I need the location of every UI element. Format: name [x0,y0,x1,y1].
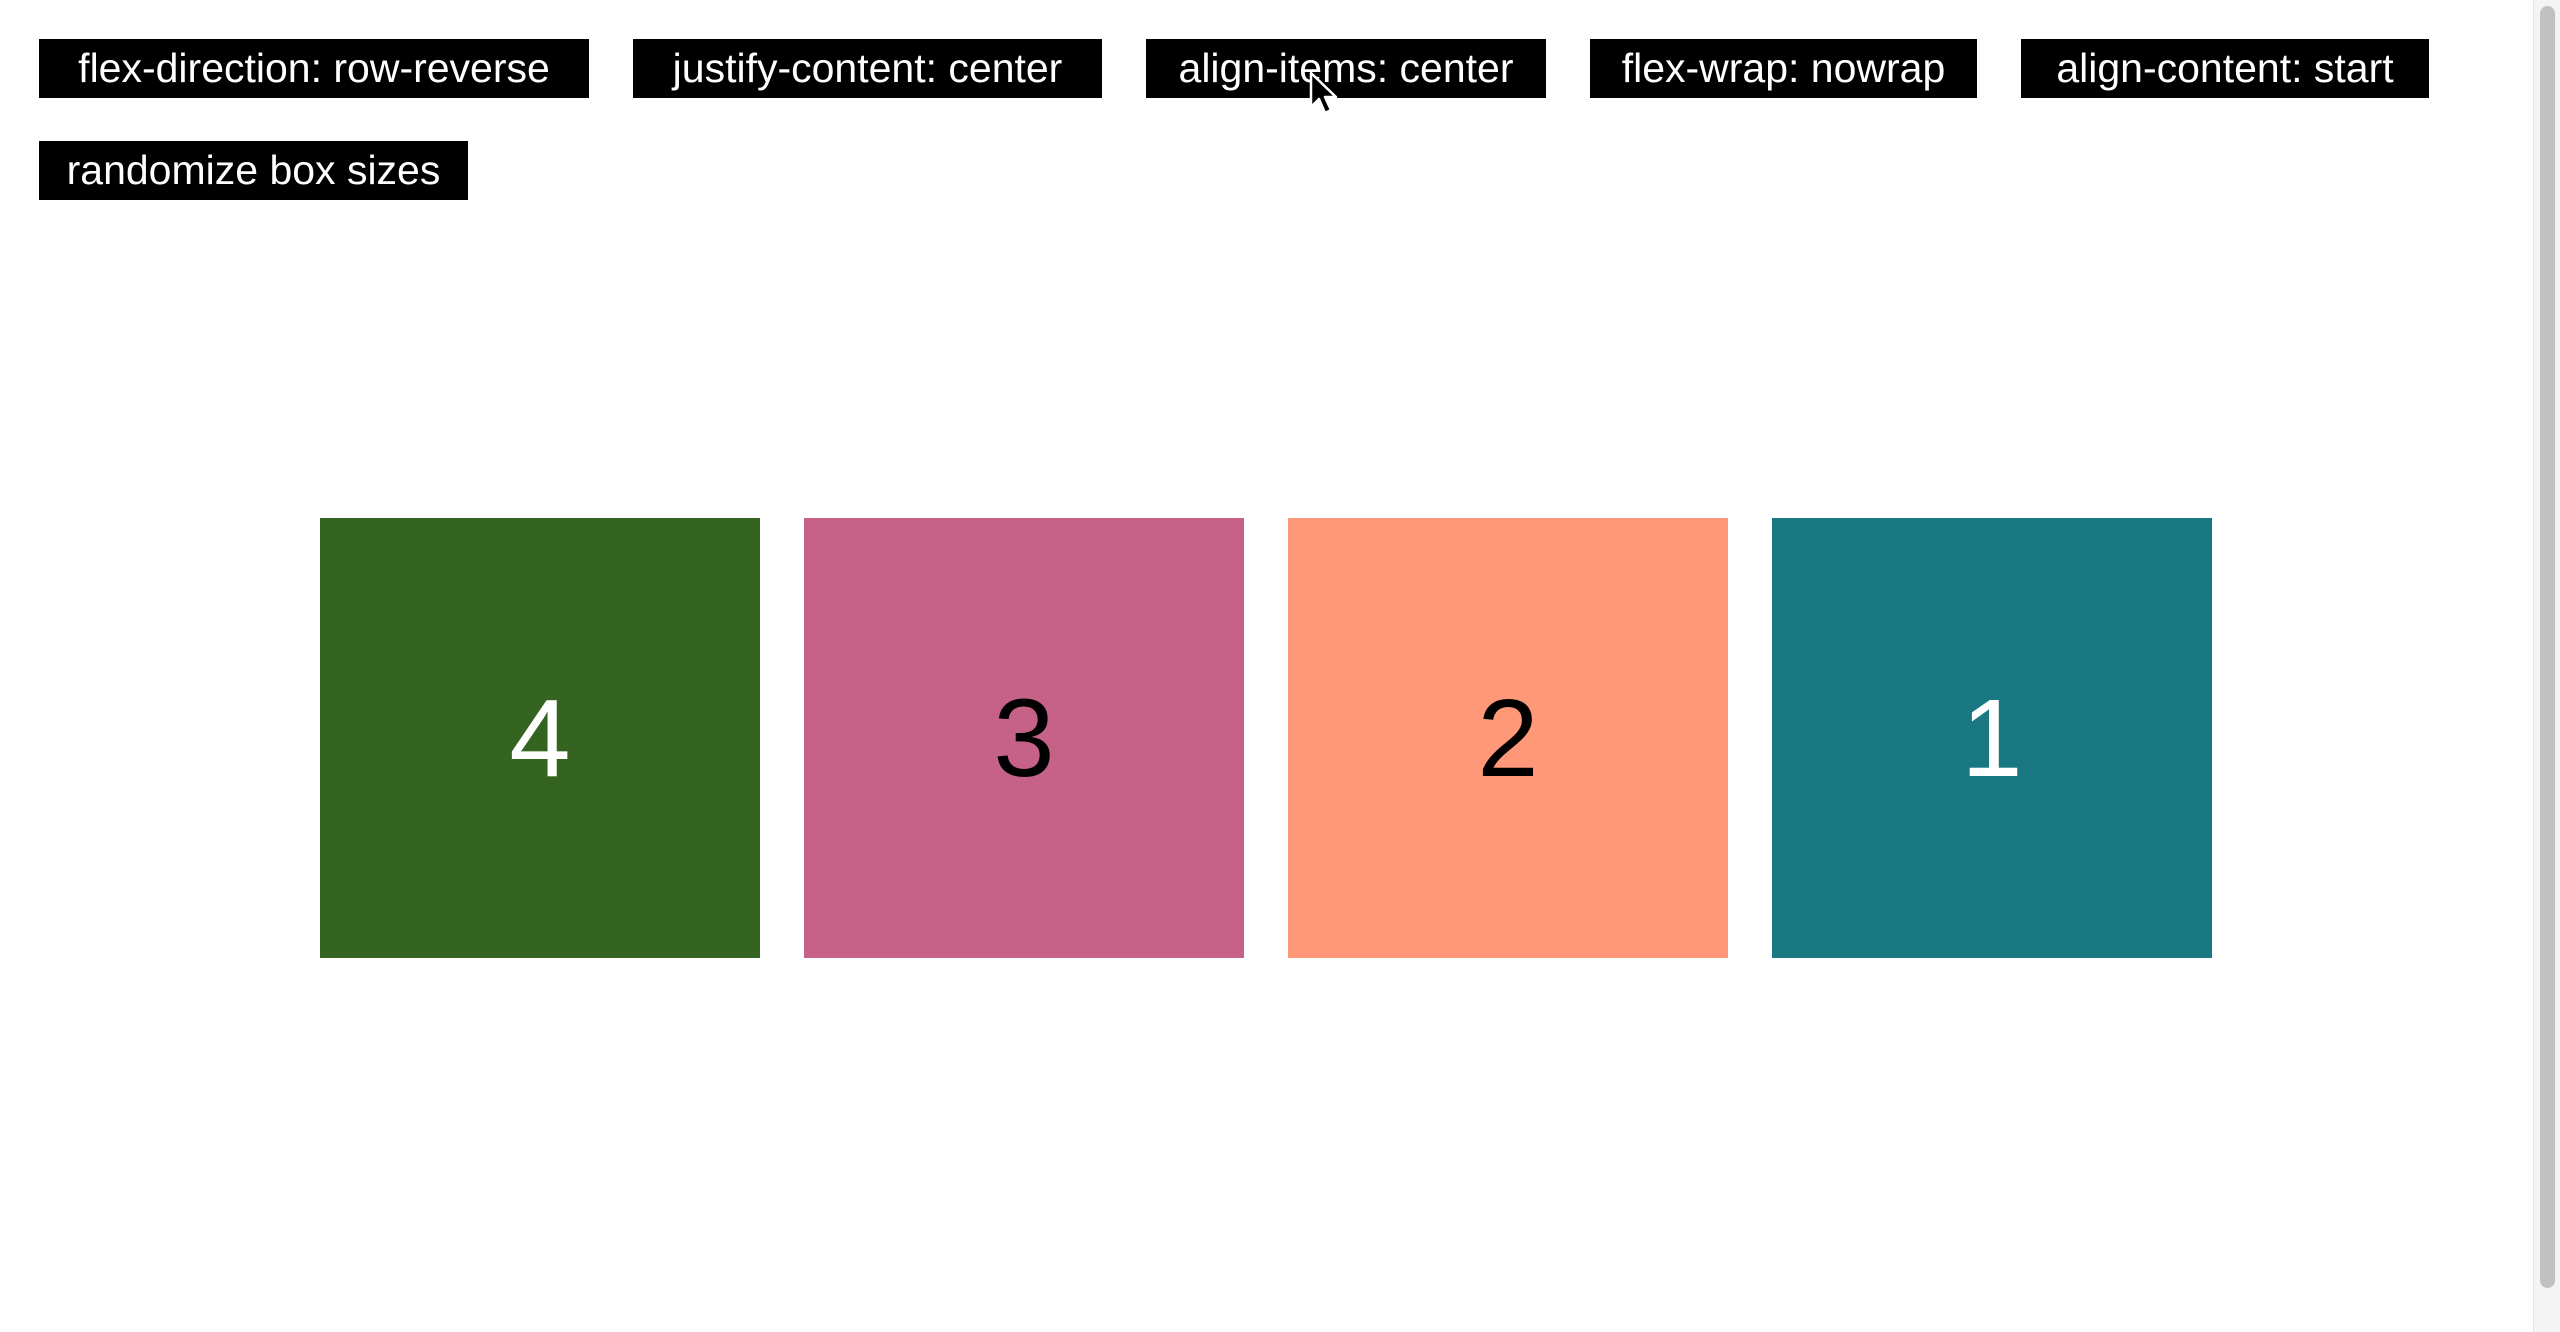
box-label: 3 [993,676,1055,800]
page: flex-direction: row-reverse justify-cont… [0,0,2560,1332]
box-label: 4 [509,676,571,800]
flex-box-1: 1 [1772,518,2212,958]
flex-container: 4 3 2 1 [0,0,2533,1332]
box-label: 2 [1477,676,1539,800]
flex-box-3: 3 [804,518,1244,958]
flex-box-4: 4 [320,518,760,958]
box-label: 1 [1961,676,2023,800]
vertical-scrollbar[interactable] [2533,0,2560,1332]
scrollbar-thumb[interactable] [2540,6,2555,1288]
flex-box-2: 2 [1288,518,1728,958]
